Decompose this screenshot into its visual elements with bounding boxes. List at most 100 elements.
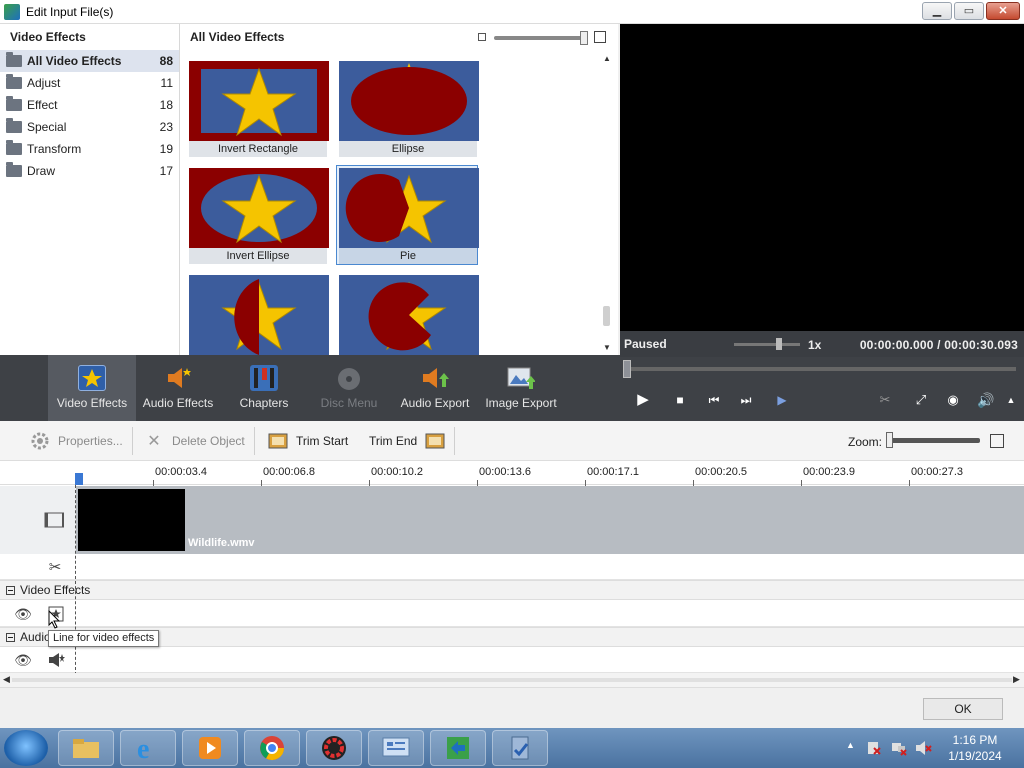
effect-thumb-ellipse[interactable]: Ellipse [336, 58, 479, 158]
seek-bar[interactable] [626, 367, 1016, 371]
playback-time: 00:00:00.000 / 00:00:30.093 [859, 338, 1018, 352]
video-track[interactable]: Wildlife.wmv [76, 486, 1024, 554]
effects-scrollbar[interactable]: ▲ ▼ [600, 52, 614, 355]
category-label: Special [27, 120, 67, 134]
volume-muted-icon[interactable] [914, 740, 932, 756]
next-frame-icon[interactable]: ⏭ [735, 389, 757, 411]
taskbar-explorer[interactable] [58, 730, 114, 766]
effect-thumb-invert-ellipse[interactable]: Invert Ellipse [186, 165, 329, 265]
category-item-all[interactable]: All Video Effects 88 [0, 50, 179, 72]
fullscreen-icon[interactable]: ⤢ [910, 389, 932, 411]
ok-button[interactable]: OK [923, 698, 1003, 720]
tab-audio-export[interactable]: Audio Export [391, 355, 479, 421]
scroll-right-icon[interactable]: ▶ [1013, 674, 1020, 685]
properties-button[interactable]: Properties... [30, 429, 123, 453]
seek-thumb[interactable] [623, 360, 631, 378]
effects-panel: All Video Effects Invert Rectangle Ellip… [180, 24, 618, 355]
zoom-slider[interactable] [888, 438, 980, 443]
volume-icon[interactable]: 🔊 [975, 389, 997, 411]
scroll-down-icon[interactable]: ▼ [602, 343, 612, 353]
category-item-transform[interactable]: Transform 19 [0, 138, 179, 160]
video-effects-section-header[interactable]: Video Effects [0, 580, 1024, 600]
action-center-icon[interactable] [866, 740, 882, 756]
scissors-icon[interactable]: ✂ [45, 557, 65, 577]
category-count: 18 [159, 98, 173, 112]
taskbar-chrome[interactable] [244, 730, 300, 766]
snapshot-icon[interactable]: ◉ [942, 389, 964, 411]
large-thumbnail-icon[interactable] [594, 31, 606, 43]
scroll-thumb[interactable] [603, 306, 610, 326]
play-icon[interactable]: ▶ [632, 389, 654, 411]
collapse-icon[interactable] [6, 632, 15, 642]
previous-frame-icon[interactable]: ⏮ [703, 389, 725, 411]
network-icon[interactable] [890, 740, 908, 756]
scroll-up-icon[interactable]: ▲ [602, 54, 612, 64]
tab-audio-effects[interactable]: Audio Effects [134, 355, 222, 421]
thumbnail-size-slider-thumb[interactable] [580, 31, 588, 45]
taskbar-installer[interactable] [492, 730, 548, 766]
effect-thumb-invert-rectangle[interactable]: Invert Rectangle [186, 58, 329, 158]
dialog-footer: OK [0, 687, 1024, 729]
ruler-tick: 00:00:03.4 [153, 466, 207, 486]
eye-icon[interactable]: 👁 [13, 604, 33, 624]
trim-end-label: Trim End [369, 434, 418, 448]
trim-start-button[interactable]: Trim Start [268, 429, 348, 453]
installer-icon [511, 736, 529, 760]
clip-thumbnail[interactable] [78, 489, 185, 551]
play-selection-icon[interactable]: ▶ [771, 389, 793, 411]
show-hidden-icons[interactable]: ▲ [846, 740, 855, 750]
video-app-icon [199, 737, 221, 759]
audio-track[interactable]: 👁 [0, 647, 1024, 673]
video-effects-track[interactable]: 👁 [0, 600, 1024, 627]
tab-image-export[interactable]: Image Export [477, 355, 565, 421]
start-button[interactable] [4, 730, 48, 766]
internet-explorer-icon: e [137, 734, 149, 762]
speed-slider-thumb[interactable] [776, 338, 782, 350]
tab-chapters[interactable]: Chapters [220, 355, 308, 421]
playhead-marker[interactable] [75, 473, 83, 485]
timeline-scrollbar[interactable]: ◀ ▶ [0, 673, 1024, 687]
taskbar-control-panel[interactable] [368, 730, 424, 766]
category-item-effect[interactable]: Effect 18 [0, 94, 179, 116]
delete-object-button[interactable]: ✕ Delete Object [144, 429, 244, 453]
volume-menu-icon[interactable]: ▲ [1000, 389, 1022, 411]
category-item-adjust[interactable]: Adjust 11 [0, 72, 179, 94]
scroll-track[interactable] [12, 678, 1012, 682]
cut-icon[interactable]: ✂ [874, 389, 896, 411]
taskbar-gear-app[interactable] [306, 730, 362, 766]
taskbar-converter-app[interactable] [430, 730, 486, 766]
category-item-special[interactable]: Special 23 [0, 116, 179, 138]
eye-icon[interactable]: 👁 [13, 650, 33, 670]
system-clock[interactable]: 1:16 PM 1/19/2024 [944, 732, 1006, 764]
zoom-slider-thumb[interactable] [886, 432, 893, 448]
gear-icon [30, 431, 50, 451]
app-icon [4, 3, 20, 20]
effect-thumb-pie-variant-1[interactable] [186, 272, 329, 355]
taskbar-media-app[interactable] [182, 730, 238, 766]
category-label: Adjust [27, 76, 61, 90]
minimize-button[interactable]: ▁ [922, 2, 952, 20]
collapse-icon[interactable] [6, 585, 15, 595]
time-ruler[interactable]: 00:00:03.4 00:00:06.8 00:00:10.2 00:00:1… [0, 461, 1024, 486]
ruler-tick: 00:00:20.5 [693, 466, 747, 486]
taskbar-internet-explorer[interactable]: e [120, 730, 176, 766]
effect-thumb-pie-variant-2[interactable] [336, 272, 479, 355]
category-count: 17 [159, 164, 173, 178]
small-thumbnail-icon[interactable] [478, 33, 486, 41]
separator [254, 427, 255, 455]
speed-slider[interactable] [734, 343, 800, 346]
zoom-fit-icon[interactable] [990, 434, 1004, 448]
tab-video-effects[interactable]: Video Effects [48, 355, 136, 421]
category-item-draw[interactable]: Draw 17 [0, 160, 179, 182]
mouse-cursor-icon [48, 610, 61, 629]
effect-thumb-pie[interactable]: Pie [336, 165, 479, 265]
trim-end-button[interactable]: Trim End [369, 429, 453, 453]
thumbnail-size-slider[interactable] [494, 36, 588, 40]
tab-disc-menu[interactable]: Disc Menu [305, 355, 393, 421]
close-button[interactable]: ✕ [986, 2, 1020, 20]
delete-icon: ✕ [147, 433, 161, 450]
maximize-button[interactable]: ▭ [954, 2, 984, 20]
audio-effect-line-icon[interactable] [46, 650, 66, 670]
scroll-left-icon[interactable]: ◀ [3, 674, 10, 685]
stop-icon[interactable]: ■ [669, 389, 691, 411]
